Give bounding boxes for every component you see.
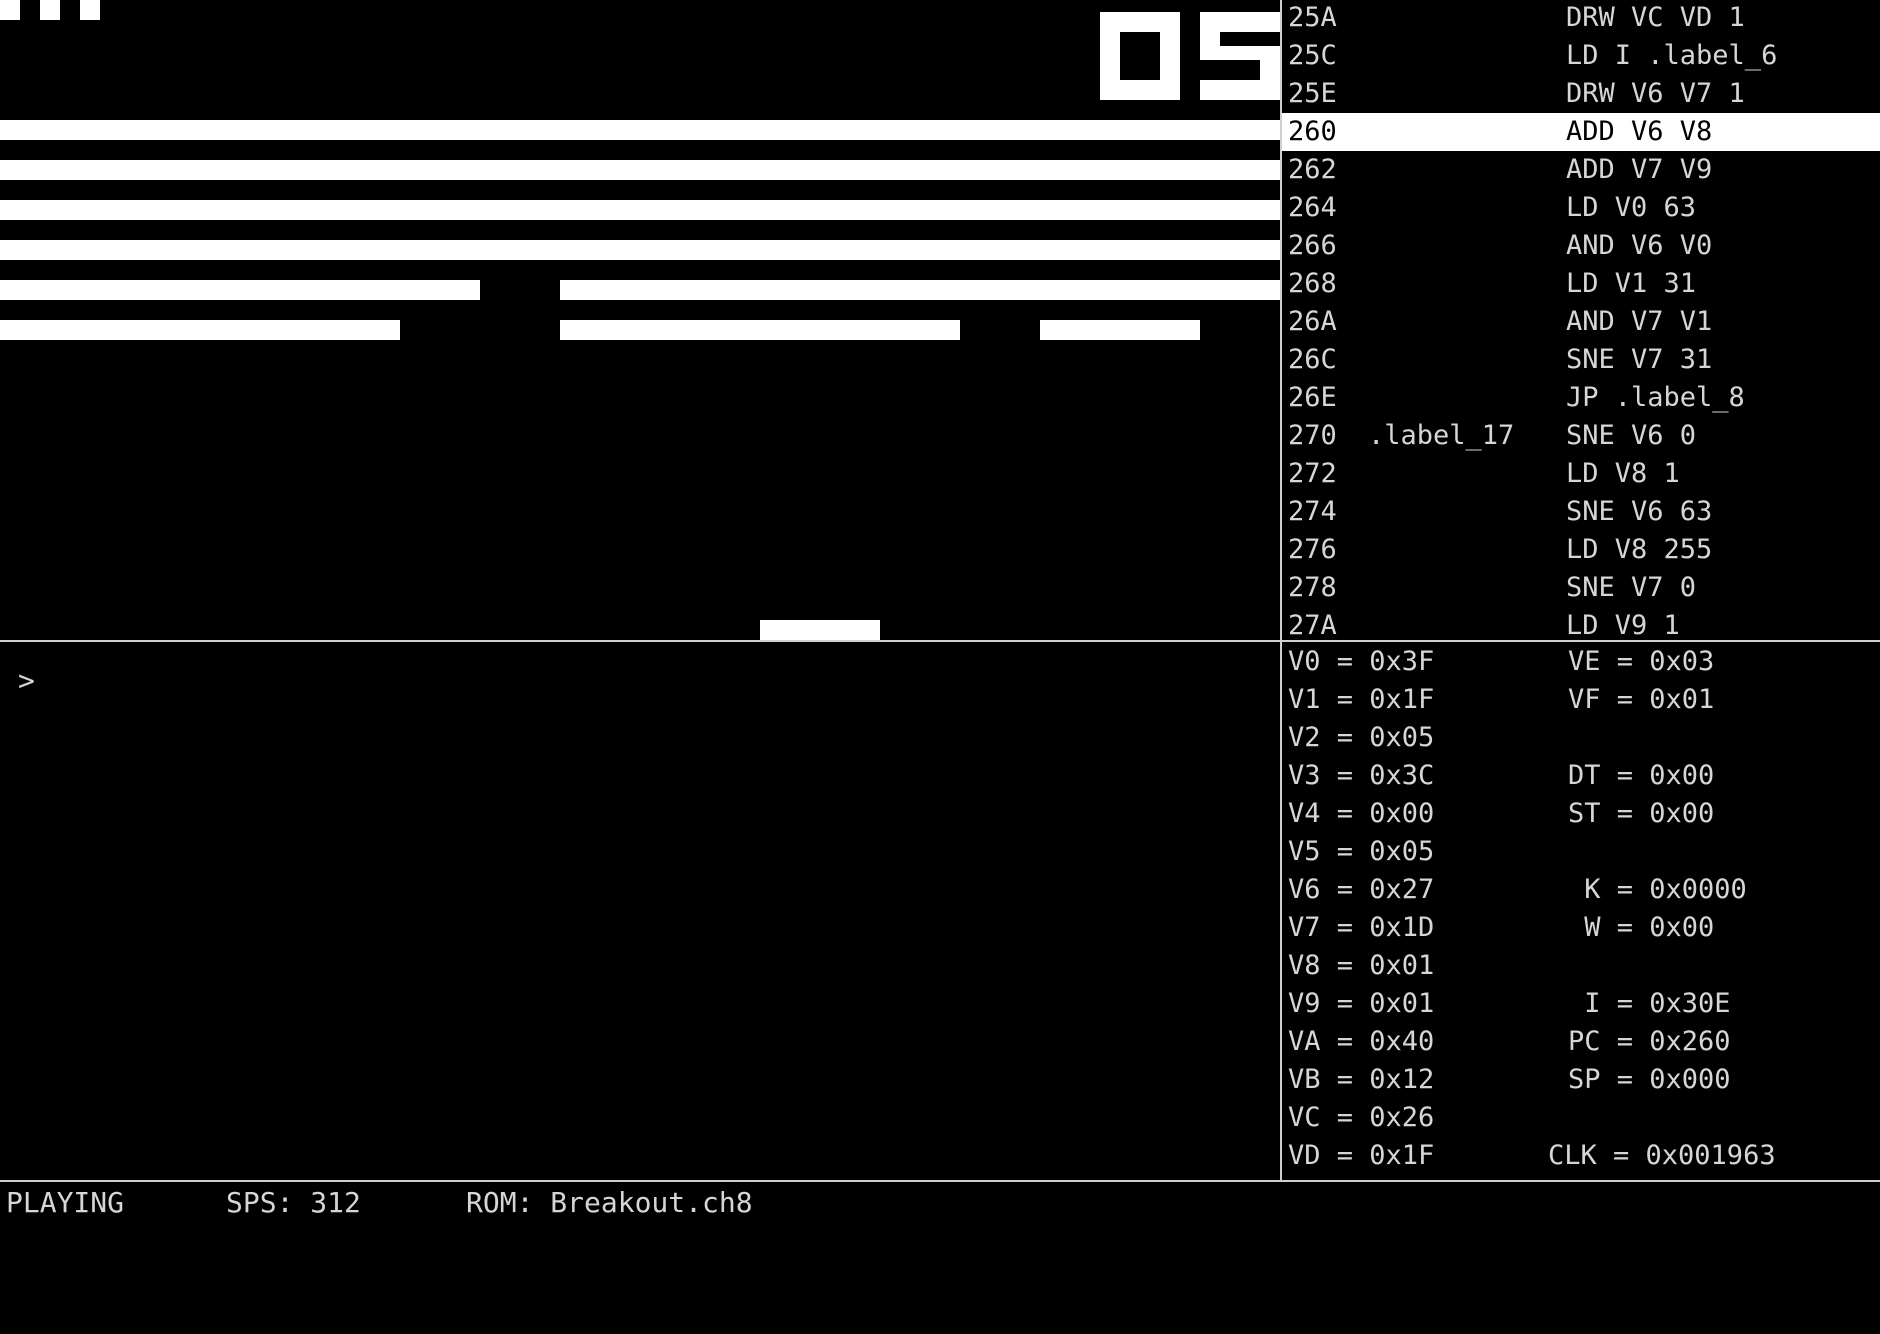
register-value: V7 = 0x1D	[1288, 912, 1435, 943]
disasm-instruction: LD V0 63	[1566, 192, 1697, 223]
disasm-address: 276	[1288, 534, 1337, 565]
brick-row	[0, 120, 1280, 140]
status-state: PLAYING	[6, 1186, 125, 1219]
disasm-row[interactable]: 25A DRW VC VD 1	[1282, 0, 1880, 37]
disasm-instruction: LD I .label_6	[1566, 40, 1778, 71]
disasm-instruction: LD V8 255	[1566, 534, 1713, 565]
disasm-address: 278	[1288, 572, 1337, 603]
disasm-row-current[interactable]: 260 ADD V6 V8	[1282, 113, 1880, 151]
registers-panel: V0 = 0x3F V1 = 0x1F V2 = 0x05 V3 = 0x3C V4 =…	[1282, 642, 1880, 1180]
console-panel[interactable]: >	[0, 642, 1280, 1180]
register-value: W = 0x00	[1568, 912, 1715, 943]
register-value: SP = 0x000	[1568, 1064, 1731, 1095]
disasm-row[interactable]: 26A AND V7 V1	[1282, 303, 1880, 341]
disasm-instruction: DRW VC VD 1	[1566, 2, 1745, 33]
register-value: VA = 0x40	[1288, 1026, 1435, 1057]
sprite-fragment	[40, 0, 60, 20]
score-display	[1100, 0, 1280, 100]
brick	[560, 320, 960, 340]
disasm-row[interactable]: 278 SNE V7 0	[1282, 569, 1880, 607]
disasm-address: 266	[1288, 230, 1337, 261]
register-value: V3 = 0x3C	[1288, 760, 1435, 791]
disassembly-panel[interactable]: 25A DRW VC VD 1 25C LD I .label_6 25E DRW V6 …	[1282, 0, 1880, 640]
register-value: V5 = 0x05	[1288, 836, 1435, 867]
sprite-fragment	[0, 0, 20, 20]
disasm-label: .label_17	[1368, 420, 1515, 451]
register-value: VD = 0x1F	[1288, 1140, 1435, 1171]
disasm-instruction: SNE V6 63	[1566, 496, 1713, 527]
disasm-row[interactable]: 27A LD V9 1	[1282, 607, 1880, 640]
disasm-address: 268	[1288, 268, 1337, 299]
disasm-instruction: AND V6 V0	[1566, 230, 1713, 261]
disasm-instruction: DRW V6 V7 1	[1566, 78, 1745, 109]
register-value: V2 = 0x05	[1288, 722, 1435, 753]
register-value: VC = 0x26	[1288, 1102, 1435, 1133]
disasm-address: 27A	[1288, 610, 1337, 640]
register-value: V0 = 0x3F	[1288, 646, 1435, 677]
register-value: ST = 0x00	[1568, 798, 1715, 829]
disasm-address: 274	[1288, 496, 1337, 527]
disasm-row[interactable]: 266 AND V6 V0	[1282, 227, 1880, 265]
brick-row	[0, 240, 1280, 260]
disasm-instruction: SNE V6 0	[1566, 420, 1697, 451]
disasm-instruction: ADD V6 V8	[1566, 116, 1713, 147]
register-value: K = 0x0000	[1568, 874, 1747, 905]
status-rom: ROM: Breakout.ch8	[466, 1186, 753, 1219]
disasm-address: 272	[1288, 458, 1337, 489]
disasm-address: 264	[1288, 192, 1337, 223]
brick-row	[0, 200, 1280, 220]
disasm-address: 270	[1288, 420, 1337, 451]
paddle	[760, 620, 880, 640]
brick	[0, 280, 480, 300]
disasm-address: 25A	[1288, 2, 1337, 33]
disasm-row[interactable]: 25C LD I .label_6	[1282, 37, 1880, 75]
register-value: V8 = 0x01	[1288, 950, 1435, 981]
register-value: I = 0x30E	[1568, 988, 1731, 1019]
disasm-row[interactable]: 270 .label_17 SNE V6 0	[1282, 417, 1880, 455]
disasm-address: 25E	[1288, 78, 1337, 109]
disasm-instruction: LD V8 1	[1566, 458, 1680, 489]
sprite-fragment	[80, 0, 100, 20]
game-display	[0, 0, 1280, 640]
disasm-instruction: SNE V7 0	[1566, 572, 1697, 603]
disasm-address: 262	[1288, 154, 1337, 185]
register-value: VF = 0x01	[1568, 684, 1715, 715]
brick	[0, 320, 400, 340]
register-value: V4 = 0x00	[1288, 798, 1435, 829]
disasm-address: 25C	[1288, 40, 1337, 71]
status-bar: PLAYING SPS: 312 ROM: Breakout.ch8	[0, 1182, 1880, 1220]
disasm-row[interactable]: 26C SNE V7 31	[1282, 341, 1880, 379]
disasm-row[interactable]: 262 ADD V7 V9	[1282, 151, 1880, 189]
register-value: V9 = 0x01	[1288, 988, 1435, 1019]
brick	[560, 280, 1280, 300]
disasm-instruction: SNE V7 31	[1566, 344, 1713, 375]
disasm-row[interactable]: 264 LD V0 63	[1282, 189, 1880, 227]
register-value: V6 = 0x27	[1288, 874, 1435, 905]
disasm-row[interactable]: 25E DRW V6 V7 1	[1282, 75, 1880, 113]
disasm-row[interactable]: 272 LD V8 1	[1282, 455, 1880, 493]
register-value: CLK = 0x001963	[1548, 1140, 1776, 1171]
disasm-instruction: JP .label_8	[1566, 382, 1745, 413]
status-sps: SPS: 312	[226, 1186, 361, 1219]
disasm-address: 26C	[1288, 344, 1337, 375]
disasm-instruction: LD V1 31	[1566, 268, 1697, 299]
register-value: V1 = 0x1F	[1288, 684, 1435, 715]
disasm-row[interactable]: 276 LD V8 255	[1282, 531, 1880, 569]
register-value: VE = 0x03	[1568, 646, 1715, 677]
register-value: VB = 0x12	[1288, 1064, 1435, 1095]
disasm-instruction: LD V9 1	[1566, 610, 1680, 640]
disasm-row[interactable]: 268 LD V1 31	[1282, 265, 1880, 303]
register-value: PC = 0x260	[1568, 1026, 1731, 1057]
disasm-row[interactable]: 274 SNE V6 63	[1282, 493, 1880, 531]
brick-row	[0, 160, 1280, 180]
disasm-address: 26E	[1288, 382, 1337, 413]
disasm-instruction: ADD V7 V9	[1566, 154, 1713, 185]
disasm-address: 260	[1288, 116, 1337, 147]
disasm-row[interactable]: 26E JP .label_8	[1282, 379, 1880, 417]
console-prompt[interactable]: >	[18, 664, 35, 697]
disasm-address: 26A	[1288, 306, 1337, 337]
brick	[1040, 320, 1200, 340]
register-value: DT = 0x00	[1568, 760, 1715, 791]
disasm-instruction: AND V7 V1	[1566, 306, 1713, 337]
